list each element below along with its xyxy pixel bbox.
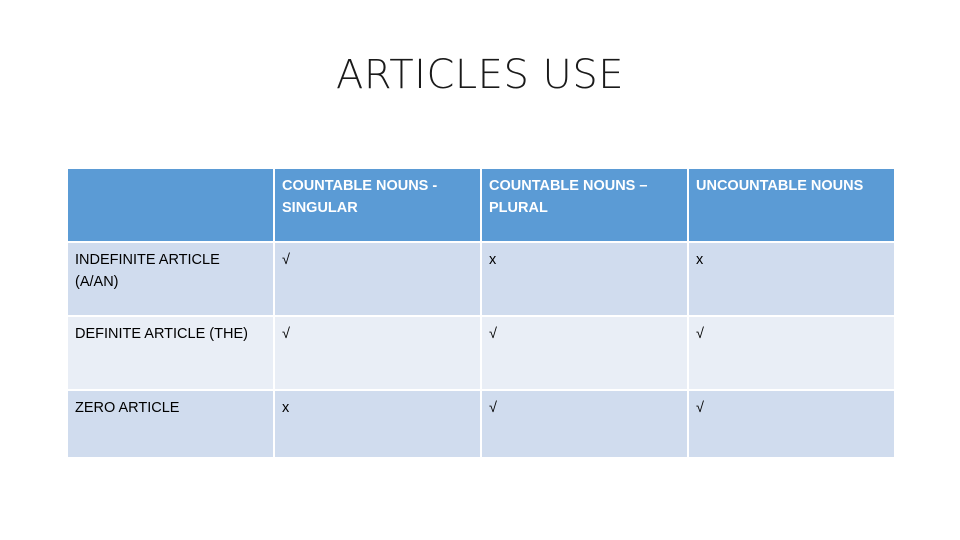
- table-row: DEFINITE ARTICLE (THE) √ √ √: [66, 315, 896, 391]
- table-header-row: COUNTABLE NOUNS - SINGULAR COUNTABLE NOU…: [66, 167, 896, 243]
- slide-title: ARTICLES USE: [335, 52, 624, 98]
- header-cell-uncountable: UNCOUNTABLE NOUNS: [687, 167, 896, 243]
- cell-zero-uncountable: √: [687, 389, 896, 459]
- cell-zero-countable-plural: √: [480, 389, 689, 459]
- row-label-zero-article: ZERO ARTICLE: [66, 389, 275, 459]
- row-label-definite-article: DEFINITE ARTICLE (THE): [66, 315, 275, 391]
- articles-usage-table: COUNTABLE NOUNS - SINGULAR COUNTABLE NOU…: [66, 167, 896, 459]
- cell-indefinite-countable-singular: √: [273, 241, 482, 317]
- header-cell-empty: [66, 167, 275, 243]
- table-row: INDEFINITE ARTICLE (A/AN) √ x x: [66, 241, 896, 317]
- cell-definite-countable-plural: √: [480, 315, 689, 391]
- header-cell-countable-singular: COUNTABLE NOUNS - SINGULAR: [273, 167, 482, 243]
- cell-zero-countable-singular: x: [273, 389, 482, 459]
- cell-definite-countable-singular: √: [273, 315, 482, 391]
- table-row: ZERO ARTICLE x √ √: [66, 389, 896, 459]
- cell-indefinite-uncountable: x: [687, 241, 896, 317]
- row-label-indefinite-article: INDEFINITE ARTICLE (A/AN): [66, 241, 275, 317]
- cell-definite-uncountable: √: [687, 315, 896, 391]
- cell-indefinite-countable-plural: x: [480, 241, 689, 317]
- header-cell-countable-plural: COUNTABLE NOUNS – PLURAL: [480, 167, 689, 243]
